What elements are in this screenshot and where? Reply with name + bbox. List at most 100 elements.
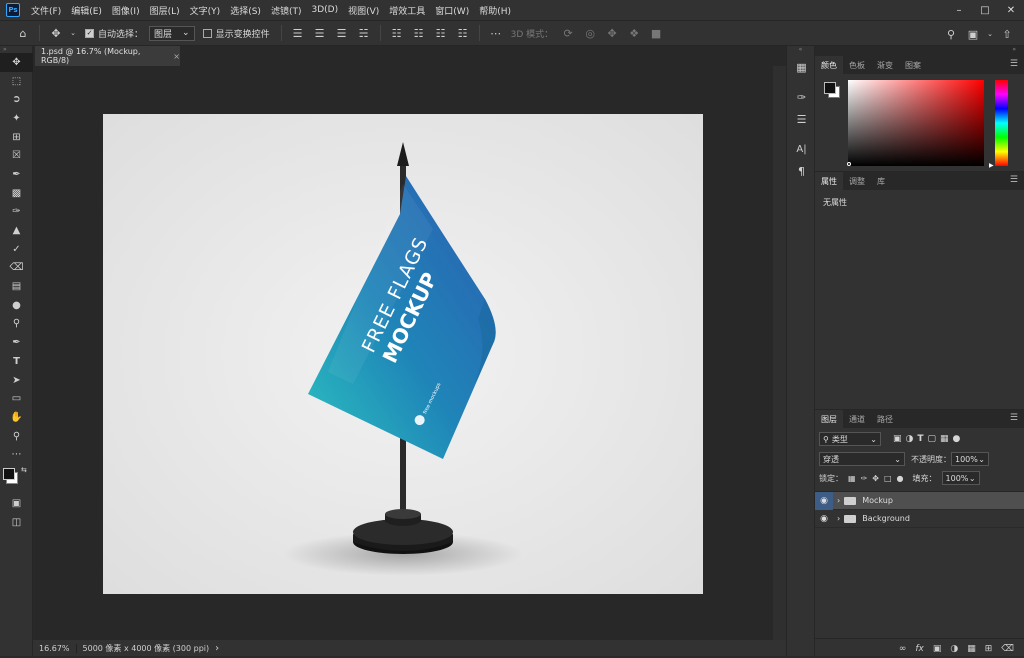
foreground-color-swatch[interactable] [3,468,15,481]
link-layers-icon[interactable]: ∞ [899,644,907,654]
layer-row-background[interactable]: ◉ › Background [815,510,1024,528]
foreground-color-chip[interactable] [824,82,836,94]
close-tab-icon[interactable]: × [173,52,180,61]
menu-image[interactable]: 图像(I) [107,4,145,17]
tab-paths[interactable]: 路径 [871,410,899,428]
distribute-horizontal-icon[interactable]: ☷ [454,24,472,42]
eyedropper-icon[interactable]: ✒ [0,165,33,184]
vertical-scrollbar[interactable] [773,66,786,640]
filter-toggle-icon[interactable]: ● [953,434,961,444]
zoom-tool-icon[interactable]: ⚲ [0,427,33,446]
tab-channels[interactable]: 通道 [843,410,871,428]
filter-type-icon[interactable]: T [917,434,923,444]
history-brush-icon[interactable]: ✓ [0,240,33,259]
color-picker-handle[interactable] [847,162,851,166]
crop-tool-icon[interactable]: ⊞ [0,128,33,147]
tab-gradients[interactable]: 渐变 [871,56,899,74]
expand-chevron-icon[interactable]: › [837,514,840,523]
more-options-icon[interactable]: ⋯ [487,24,505,42]
lock-position-icon[interactable]: ✥ [872,474,879,483]
quick-mask-icon[interactable]: ▣ [0,494,33,513]
add-mask-icon[interactable]: ▣ [933,644,942,654]
chevron-down-icon[interactable]: ⌄ [986,25,994,43]
tab-patterns[interactable]: 图案 [899,56,927,74]
home-icon[interactable]: ⌂ [14,24,32,42]
frame-tool-icon[interactable]: ☒ [0,146,33,165]
zoom-level[interactable]: 16.67% [33,643,77,653]
document-canvas[interactable]: FREE FLAGS MOCKUP free mockups [103,114,703,594]
dodge-tool-icon[interactable]: ⚲ [0,315,33,334]
filter-adjustment-icon[interactable]: ◑ [906,434,914,444]
adjustments-icon[interactable]: ☰ [787,108,816,130]
menu-select[interactable]: 选择(S) [225,4,266,17]
character-panel-icon[interactable]: A| [787,138,816,160]
history-panel-icon[interactable]: ▦ [787,56,816,78]
lock-all-icon[interactable]: ● [897,474,904,483]
pen-tool-icon[interactable]: ✒ [0,333,33,352]
panel-menu-icon[interactable]: ☰ [1010,59,1018,69]
collapse-chevron-icon[interactable]: « [787,46,814,56]
distribute-middle-icon[interactable]: ☷ [410,24,428,42]
new-layer-icon[interactable]: ⊞ [985,644,993,654]
auto-select-checkbox[interactable]: ✓ [85,28,94,38]
tab-layers[interactable]: 图层 [815,410,843,428]
distribute-top-icon[interactable]: ☷ [388,24,406,42]
panel-menu-icon[interactable]: ☰ [1010,175,1018,185]
document-tab[interactable]: 1.psd @ 16.7% (Mockup, RGB/8) × [35,46,180,66]
menu-edit[interactable]: 编辑(E) [66,4,107,17]
minimize-icon[interactable]: – [946,0,972,20]
expand-chevron-icon[interactable]: › [837,496,840,505]
align-top-icon[interactable]: ☵ [355,24,373,42]
collapse-chevron-icon[interactable]: » [815,46,1024,56]
menu-layer[interactable]: 图层(L) [145,4,185,17]
type-tool-icon[interactable]: T [0,352,33,371]
layer-filter-dropdown[interactable]: ⚲ 类型 ⌄ [819,432,881,446]
visibility-eye-icon[interactable]: ◉ [815,510,833,528]
brush-tool-icon[interactable]: ✑ [0,203,33,222]
distribute-bottom-icon[interactable]: ☷ [432,24,450,42]
magic-wand-icon[interactable]: ✦ [0,109,33,128]
close-icon[interactable]: ✕ [998,0,1024,20]
menu-filter[interactable]: 滤镜(T) [266,4,307,17]
filter-pixel-icon[interactable]: ▣ [893,434,902,444]
color-field[interactable] [848,80,984,166]
blur-tool-icon[interactable]: ● [0,296,33,315]
tab-adjustments[interactable]: 调整 [843,172,871,190]
tab-properties[interactable]: 属性 [815,172,843,190]
menu-help[interactable]: 帮助(H) [474,4,516,17]
hand-tool-icon[interactable]: ✋ [0,408,33,427]
new-group-icon[interactable]: ▦ [967,644,976,654]
screen-mode-icon[interactable]: ◫ [0,513,33,532]
adjustment-layer-icon[interactable]: ◑ [950,644,958,654]
delete-layer-icon[interactable]: ⌫ [1001,644,1014,654]
menu-plugins[interactable]: 增效工具 [384,4,430,17]
gradient-tool-icon[interactable]: ▤ [0,277,33,296]
restore-icon[interactable]: □ [972,0,998,20]
chevron-down-icon[interactable]: ⌄ [69,24,77,42]
lock-transparent-icon[interactable]: ▦ [848,474,856,483]
show-transform-checkbox[interactable] [202,28,212,38]
search-icon[interactable]: ⚲ [942,25,960,43]
lasso-tool-icon[interactable]: ➲ [0,90,33,109]
marquee-tool-icon[interactable]: ⬚ [0,72,33,91]
menu-3d[interactable]: 3D(D) [306,5,343,15]
align-center-icon[interactable]: ☰ [311,24,329,42]
tab-swatches[interactable]: 色板 [843,56,871,74]
menu-type[interactable]: 文字(Y) [185,4,226,17]
filter-smart-object-icon[interactable]: ▦ [940,434,949,444]
swap-colors-icon[interactable]: ⇆ [21,466,27,474]
fill-input[interactable]: 100% ⌄ [941,471,980,485]
blend-mode-dropdown[interactable]: 穿透 ⌄ [819,452,905,466]
workspace-icon[interactable]: ▣ [964,25,982,43]
rectangle-tool-icon[interactable]: ▭ [0,389,33,408]
eraser-icon[interactable]: ⌫ [0,259,33,278]
lock-artboard-icon[interactable]: □ [884,474,892,483]
menu-file[interactable]: 文件(F) [26,4,66,17]
layer-style-icon[interactable]: fx [915,644,924,654]
hue-slider-handle-icon[interactable]: ▶ [989,162,994,169]
more-tools-icon[interactable]: ⋯ [0,445,33,464]
menu-window[interactable]: 窗口(W) [430,4,474,17]
panel-menu-icon[interactable]: ☰ [1010,413,1018,423]
status-menu-arrow[interactable]: › [215,643,219,654]
layer-row-mockup[interactable]: ◉ › Mockup [815,491,1024,510]
